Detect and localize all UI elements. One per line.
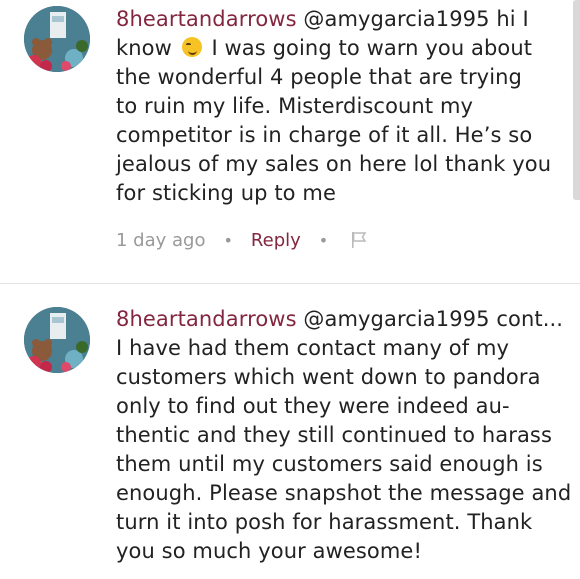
avatar[interactable] (24, 307, 90, 373)
winking-face-icon (181, 37, 202, 57)
comment-line: for sticking up to me (116, 181, 336, 205)
comment: 8heartandarrows @amygarcia1995 hi I know… (0, 0, 580, 282)
comment-username[interactable]: 8heartandarrows (116, 307, 297, 331)
comment-line: only to find out they were indeed au- (116, 394, 510, 418)
flag-icon[interactable] (350, 231, 368, 249)
comment-username[interactable]: 8heartandarrows (116, 7, 297, 31)
comment-line: know I was going to warn you about (116, 36, 533, 60)
comment-line: enough. Please snapshot the message and (116, 481, 572, 505)
separator-dot: • (318, 230, 329, 250)
reply-button[interactable]: Reply (251, 230, 301, 251)
comment-line: jealous of my sales on here lol thank yo… (116, 152, 552, 176)
comment-line: customers which went down to pandora (116, 365, 541, 389)
comment: 8heartandarrows @amygarcia1995 cont... I… (0, 296, 580, 579)
comment-meta: 1 day ago • Reply • (116, 226, 368, 254)
avatar[interactable] (24, 6, 90, 72)
comment-line: 8heartandarrows @amygarcia1995 hi I (116, 7, 529, 31)
divider (0, 283, 580, 295)
comment-line: them until my customers said enough is (116, 452, 543, 476)
comment-text: 8heartandarrows @amygarcia1995 hi I know… (116, 5, 562, 208)
avatar-image (24, 307, 90, 373)
comment-line: I have had them contact many of my (116, 336, 510, 360)
separator-dot: • (223, 230, 233, 250)
comment-line: thentic and they still continued to hara… (116, 423, 553, 447)
comment-line: you so much your awesome! (116, 539, 422, 563)
comment-line: turn it into posh for harassment. Thank (116, 510, 533, 534)
avatar-image (24, 6, 90, 72)
comment-text: 8heartandarrows @amygarcia1995 cont... I… (116, 305, 572, 566)
timestamp: 1 day ago (116, 229, 206, 251)
comment-line: the wonderful 4 people that are trying (116, 65, 522, 89)
comment-line: to ruin my life. Misterdiscount my (116, 94, 474, 118)
comment-line: competitor is in charge of it all. He’s … (116, 123, 533, 147)
comment-line: 8heartandarrows @amygarcia1995 cont... (116, 307, 564, 331)
comment-thread: 8heartandarrows @amygarcia1995 hi I know… (0, 0, 580, 579)
